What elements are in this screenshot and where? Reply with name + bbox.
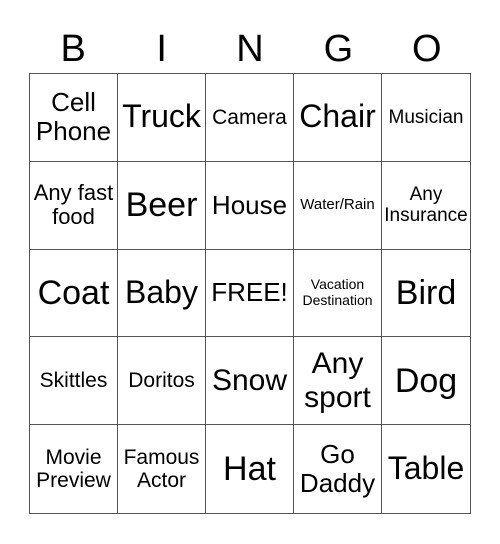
bingo-cell[interactable]: Camera	[206, 74, 294, 162]
bingo-cell[interactable]: Movie Preview	[30, 425, 118, 513]
bingo-cell[interactable]: Truck	[118, 74, 206, 162]
bingo-cell free-space[interactable]: FREE!	[206, 249, 294, 338]
bingo-cell[interactable]: Any Insurance	[382, 162, 470, 250]
bingo-cell[interactable]: Chair	[294, 74, 382, 162]
header-letter-i: I	[156, 28, 167, 70]
bingo-cell[interactable]: House	[206, 161, 294, 250]
bingo-cell[interactable]: Table	[382, 425, 470, 513]
bingo-cell[interactable]: Hat	[206, 425, 294, 513]
header-letter-n: N	[236, 28, 264, 70]
bingo-cell[interactable]: Any sport	[294, 337, 382, 426]
bingo-cell[interactable]: Skittles	[30, 337, 118, 426]
bingo-cell[interactable]: Any fast food	[30, 161, 118, 250]
bingo-cell[interactable]: Cell Phone	[30, 74, 118, 162]
header-letter-o: O	[412, 28, 442, 70]
bingo-card-grid: Cell Phone Truck Camera Chair Musician A…	[29, 73, 471, 514]
header-letter-b: B	[60, 28, 86, 70]
bingo-cell[interactable]: Famous Actor	[118, 425, 206, 513]
bingo-cell[interactable]: Dog	[382, 337, 470, 426]
bingo-cell[interactable]: Beer	[118, 161, 206, 250]
bingo-cell[interactable]: Musician	[382, 74, 470, 162]
bingo-cell[interactable]: Go Daddy	[294, 425, 382, 513]
bingo-cell[interactable]: Snow	[206, 337, 294, 426]
bingo-cell[interactable]: Vacation Destination	[294, 249, 382, 338]
bingo-cell[interactable]: Baby	[118, 249, 206, 338]
bingo-header: B I N G O	[29, 26, 471, 72]
bingo-cell[interactable]: Water/Rain	[294, 161, 382, 250]
bingo-cell[interactable]: Bird	[382, 250, 470, 338]
header-letter-g: G	[323, 28, 354, 70]
bingo-cell[interactable]: Coat	[30, 249, 118, 338]
bingo-cell[interactable]: Doritos	[118, 337, 206, 426]
